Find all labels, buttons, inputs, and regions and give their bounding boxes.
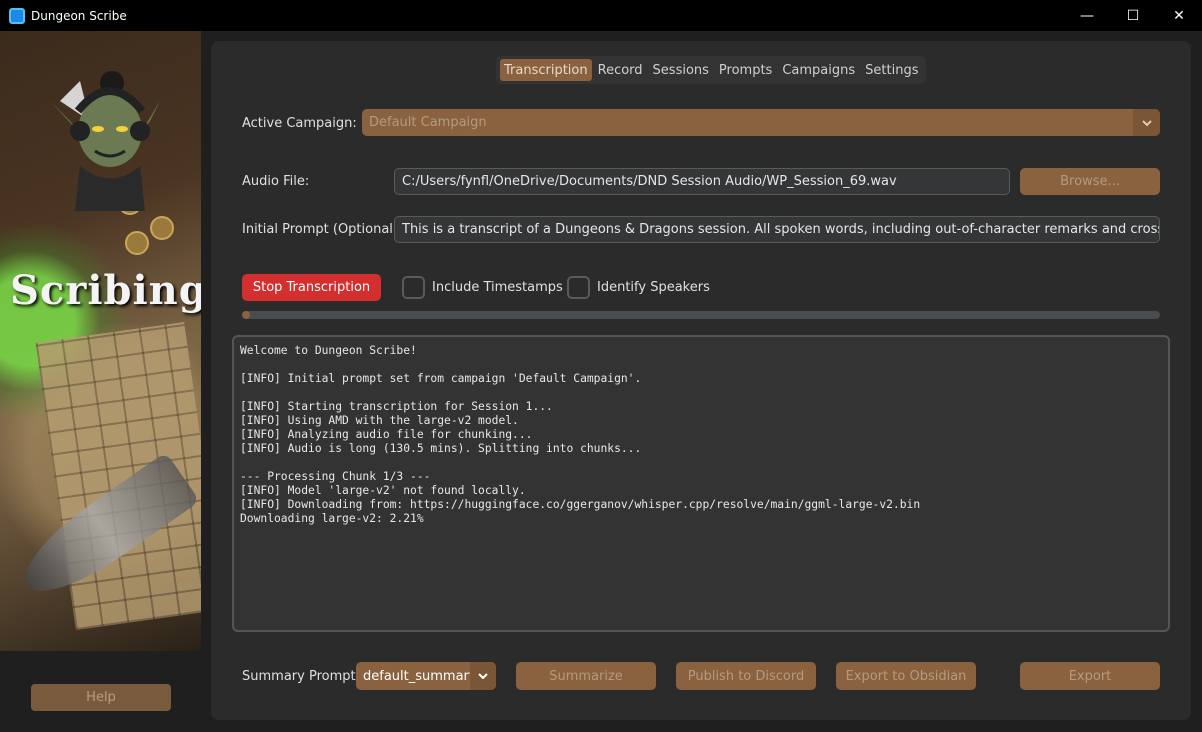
- stop-transcription-button[interactable]: Stop Transcription: [242, 274, 381, 301]
- sidebar-banner: Scribing: [10, 267, 201, 314]
- progress-bar: [242, 311, 1160, 319]
- summary-prompt-select[interactable]: default_summary: [356, 662, 496, 690]
- tab-settings[interactable]: Settings: [861, 59, 922, 81]
- tab-transcription[interactable]: Transcription: [500, 59, 592, 81]
- console-line: [INFO] Analyzing audio file for chunking…: [240, 428, 533, 441]
- goblin-scribe-logo: [50, 71, 160, 211]
- audio-file-label: Audio File:: [242, 174, 310, 189]
- chevron-down-icon[interactable]: [1133, 109, 1160, 136]
- tab-sessions[interactable]: Sessions: [649, 59, 713, 81]
- identify-speakers-label[interactable]: Identify Speakers: [597, 280, 710, 295]
- tab-prompts[interactable]: Prompts: [715, 59, 776, 81]
- summary-prompt-label: Summary Prompt:: [242, 669, 360, 684]
- close-icon[interactable]: ✕: [1156, 0, 1202, 31]
- console-line: [INFO] Audio is long (130.5 mins). Split…: [240, 442, 642, 455]
- summary-prompt-value: default_summary: [363, 668, 477, 684]
- console-line: [INFO] Initial prompt set from campaign …: [240, 372, 642, 385]
- sidebar-artwork: [0, 31, 201, 651]
- coin-image: [125, 231, 149, 255]
- console-line: Welcome to Dungeon Scribe!: [240, 344, 417, 357]
- include-timestamps-label[interactable]: Include Timestamps: [432, 280, 563, 295]
- minimize-icon[interactable]: —: [1064, 0, 1110, 31]
- console-line: [INFO] Starting transcription for Sessio…: [240, 400, 553, 413]
- chevron-down-icon[interactable]: [470, 662, 496, 690]
- help-button[interactable]: Help: [31, 684, 171, 711]
- log-console[interactable]: Welcome to Dungeon Scribe! [INFO] Initial…: [232, 335, 1170, 632]
- coin-image: [150, 216, 174, 240]
- initial-prompt-input[interactable]: This is a transcript of a Dungeons & Dra…: [394, 216, 1160, 243]
- active-campaign-select[interactable]: Default Campaign: [362, 109, 1160, 136]
- initial-prompt-label: Initial Prompt (Optional):: [242, 222, 403, 237]
- progress-bar-fill: [242, 311, 250, 319]
- tab-record[interactable]: Record: [594, 59, 647, 81]
- title-bar: Dungeon Scribe — ☐ ✕: [0, 0, 1202, 31]
- summarize-button[interactable]: Summarize: [516, 662, 656, 690]
- maximize-icon[interactable]: ☐: [1110, 0, 1156, 31]
- main-panel: Transcription Record Sessions Prompts Ca…: [211, 41, 1191, 720]
- export-to-obsidian-button[interactable]: Export to Obsidian: [836, 662, 976, 690]
- console-line: [INFO] Model 'large-v2' not found locall…: [240, 484, 526, 497]
- sidebar: Scribing Help: [0, 31, 201, 732]
- include-timestamps-checkbox[interactable]: [402, 276, 425, 299]
- publish-to-discord-button[interactable]: Publish to Discord: [676, 662, 816, 690]
- export-button[interactable]: Export: [1020, 662, 1160, 690]
- console-line: [INFO] Downloading from: https://hugging…: [240, 498, 921, 511]
- console-line: --- Processing Chunk 1/3 ---: [240, 470, 431, 483]
- tab-campaigns[interactable]: Campaigns: [778, 59, 859, 81]
- identify-speakers-checkbox[interactable]: [567, 276, 590, 299]
- browse-button[interactable]: Browse...: [1020, 168, 1160, 195]
- tab-bar: Transcription Record Sessions Prompts Ca…: [496, 56, 927, 84]
- window-controls: — ☐ ✕: [1064, 0, 1202, 31]
- console-line: Downloading large-v2: 2.21%: [240, 512, 424, 525]
- audio-file-input[interactable]: C:/Users/fynfl/OneDrive/Documents/DND Se…: [394, 168, 1010, 195]
- active-campaign-value: Default Campaign: [369, 115, 487, 130]
- console-line: [INFO] Using AMD with the large-v2 model…: [240, 414, 519, 427]
- app-icon: [9, 7, 25, 24]
- active-campaign-label: Active Campaign:: [242, 116, 357, 131]
- window-title: Dungeon Scribe: [31, 8, 127, 23]
